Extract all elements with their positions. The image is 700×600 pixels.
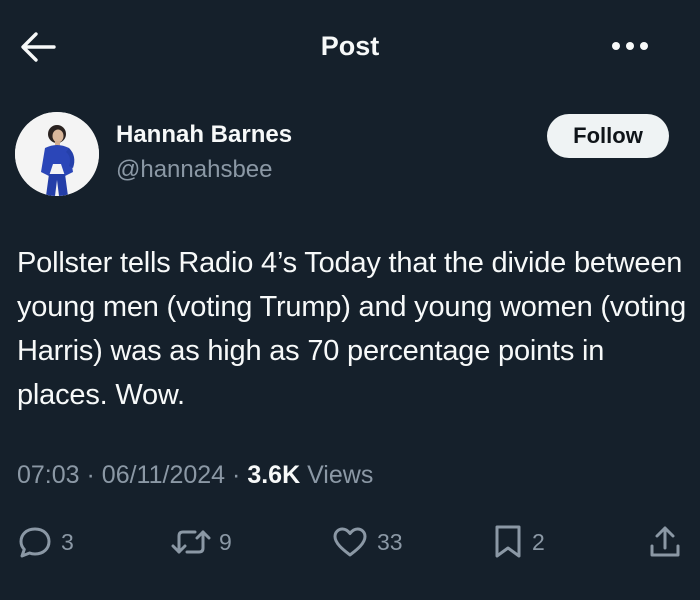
like-count: 33 bbox=[377, 528, 403, 555]
heart-icon bbox=[333, 527, 367, 557]
post-text: Pollster tells Radio 4’s Today that the … bbox=[17, 247, 687, 411]
author-handle[interactable]: @hannahsbee bbox=[116, 156, 273, 184]
repost-button[interactable]: 9 bbox=[171, 520, 232, 564]
separator: · bbox=[86, 461, 95, 489]
reply-button[interactable]: 3 bbox=[17, 520, 74, 564]
share-icon bbox=[650, 526, 680, 557]
bookmark-count: 2 bbox=[532, 528, 545, 555]
page-title: Post bbox=[320, 31, 380, 61]
more-options-button[interactable] bbox=[604, 32, 656, 60]
avatar[interactable] bbox=[15, 112, 99, 196]
follow-button[interactable]: Follow bbox=[547, 114, 669, 158]
post-metadata: 07:03 · 06/11/2024 · 3.6K Views bbox=[17, 461, 373, 490]
repost-icon bbox=[171, 530, 211, 554]
like-button[interactable]: 33 bbox=[331, 520, 403, 564]
views-count: 3.6K bbox=[247, 461, 301, 489]
views-label: Views bbox=[307, 461, 374, 489]
bookmark-button[interactable]: 2 bbox=[492, 520, 545, 564]
more-horizontal-icon bbox=[612, 42, 648, 50]
author-name[interactable]: Hannah Barnes bbox=[116, 121, 292, 149]
share-button[interactable] bbox=[648, 520, 682, 564]
action-bar: 3 9 33 2 bbox=[0, 520, 700, 564]
post-date[interactable]: 06/11/2024 bbox=[102, 461, 225, 489]
top-bar: Post bbox=[0, 0, 700, 95]
separator: · bbox=[232, 461, 241, 489]
reply-count: 3 bbox=[61, 528, 74, 555]
repost-count: 9 bbox=[219, 528, 232, 555]
post-time[interactable]: 07:03 bbox=[17, 461, 80, 489]
avatar-image bbox=[15, 112, 99, 196]
reply-icon bbox=[19, 527, 51, 558]
bookmark-icon bbox=[495, 525, 521, 558]
